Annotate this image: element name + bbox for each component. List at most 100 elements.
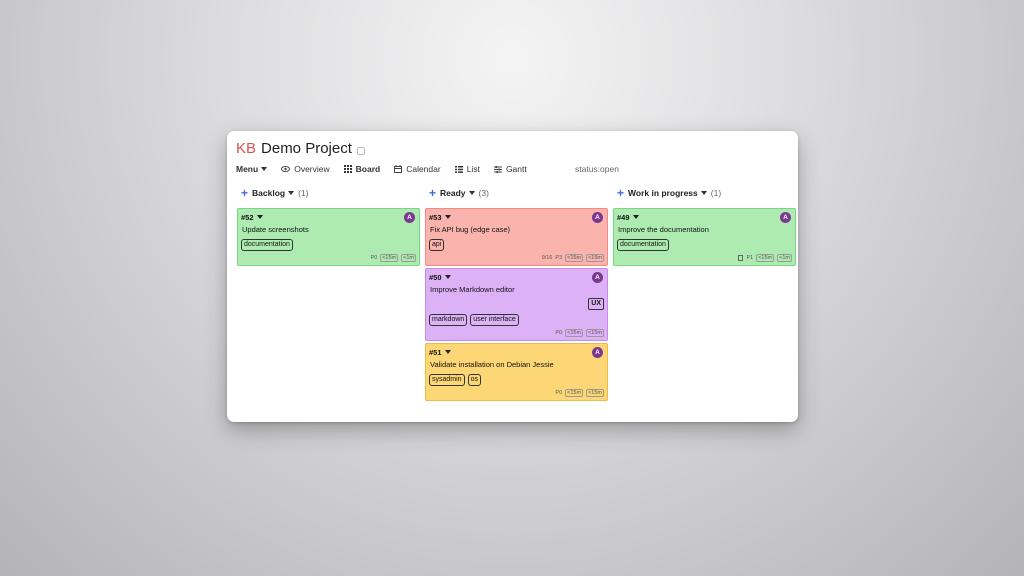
time-spent: <15m [586,254,604,262]
chevron-down-icon[interactable] [700,191,707,195]
task-tags: documentation [241,239,416,251]
task-title[interactable]: Update screenshots [242,225,416,234]
tag: markdown [429,314,468,326]
task-priority: P0 [555,390,563,396]
task-id[interactable]: #50 [429,272,604,282]
task-tags: markdown user interface [429,314,604,326]
calendar-icon [394,165,403,173]
search-input[interactable] [575,162,795,176]
task-due-date: 9/16 [541,255,553,261]
column-header: + Work in progress (1) [617,186,796,200]
nav-list[interactable]: List [454,164,480,174]
nav-board-label: Board [355,164,381,174]
avatar: A [592,272,603,283]
document-icon[interactable] [738,255,744,261]
task-priority: P0 [555,330,563,336]
nav-gantt-label: Gantt [505,164,527,174]
column-backlog: + Backlog (1) #52 A Update screenshots d… [237,186,420,268]
time-estimate: <15m [565,389,584,397]
column-count: (1) [298,188,309,198]
task-id-label: #53 [429,212,442,222]
category-badge: UX [588,298,604,310]
column-ready: + Ready (3) #53 A Fix API bug (edge case… [425,186,608,403]
tag: sysadmin [429,374,465,386]
avatar: A [404,212,415,223]
task-id[interactable]: #52 [241,212,416,222]
tag: user interface [470,314,519,326]
eye-icon [281,166,291,172]
nav-overview-label: Overview [294,164,330,174]
time-spent: <1m [401,254,416,262]
column-header: + Ready (3) [429,186,608,200]
task-card-50[interactable]: #50 A Improve Markdown editor UX markdow… [425,268,608,341]
tag: api [429,239,445,251]
task-tags: documentation [617,239,792,251]
task-card-51[interactable]: #51 A Validate installation on Debian Je… [425,343,608,401]
nav-list-label: List [466,164,480,174]
add-task-icon[interactable]: + [241,186,248,200]
column-title[interactable]: Work in progress [628,188,698,198]
add-task-icon[interactable]: + [429,186,436,200]
chevron-down-icon[interactable] [288,191,295,195]
grid-icon [343,165,352,173]
column-count: (1) [710,188,722,198]
nav-calendar-label: Calendar [406,164,441,174]
logo[interactable]: KB [236,140,256,157]
project-title: Demo Project [261,140,352,157]
task-title[interactable]: Validate installation on Debian Jessie [430,360,604,369]
column-header: + Backlog (1) [241,186,420,200]
chevron-down-icon [444,215,451,219]
time-estimate: <15m [380,254,399,262]
time-spent: <15m [586,329,604,337]
nav-overview[interactable]: Overview [281,164,330,174]
chevron-down-icon [256,215,263,219]
task-footer: P1 <15m <1m [617,254,792,262]
task-id-label: #51 [429,347,442,357]
nav-calendar[interactable]: Calendar [394,164,441,174]
task-footer: P0 <15m <15m [429,389,604,397]
project-settings-icon[interactable] [356,146,365,155]
task-title[interactable]: Improve the documentation [618,225,792,234]
task-id-label: #52 [241,212,254,222]
sliders-icon [493,165,502,173]
nav-board[interactable]: Board [343,164,381,174]
task-id[interactable]: #49 [617,212,792,222]
nav-gantt[interactable]: Gantt [493,164,527,174]
column-title[interactable]: Ready [440,188,466,198]
menu-label: Menu [236,164,259,174]
task-id[interactable]: #51 [429,347,604,357]
column-title[interactable]: Backlog [252,188,285,198]
add-task-icon[interactable]: + [617,186,624,200]
task-card-53[interactable]: #53 A Fix API bug (edge case) api 9/16 P… [425,208,608,266]
task-footer: P0 <15m <1m [241,254,416,262]
task-priority: P1 [746,255,754,261]
category-row: UX [429,298,604,310]
chevron-down-icon [444,350,451,354]
task-id-label: #49 [617,212,630,222]
task-card-49[interactable]: #49 A Improve the documentation document… [613,208,796,266]
task-id-label: #50 [429,272,442,282]
column-count: (3) [478,188,489,198]
tag: os [467,374,481,386]
avatar: A [780,212,791,223]
task-id[interactable]: #53 [429,212,604,222]
kanboard-window: KB Demo Project Menu Overview Board Cale… [227,131,798,422]
avatar: A [592,347,603,358]
task-title[interactable]: Improve Markdown editor [430,285,604,294]
time-estimate: <15m [565,254,584,262]
task-footer: 9/16 P3 <15m <15m [429,254,604,262]
task-tags: sysadmin os [429,374,604,386]
menu-dropdown[interactable]: Menu [236,164,268,174]
column-work-in-progress: + Work in progress (1) #49 A Improve the… [613,186,796,268]
avatar: A [592,212,603,223]
chevron-down-icon [444,275,451,279]
task-title[interactable]: Fix API bug (edge case) [430,225,604,234]
task-priority: P0 [370,255,378,261]
task-footer: P0 <15m <15m [429,329,604,337]
task-card-52[interactable]: #52 A Update screenshots documentation P… [237,208,420,266]
tag: documentation [241,239,293,251]
chevron-down-icon[interactable] [468,191,475,195]
time-estimate: <15m [565,329,584,337]
list-icon [454,165,463,173]
task-tags: api [429,239,604,251]
